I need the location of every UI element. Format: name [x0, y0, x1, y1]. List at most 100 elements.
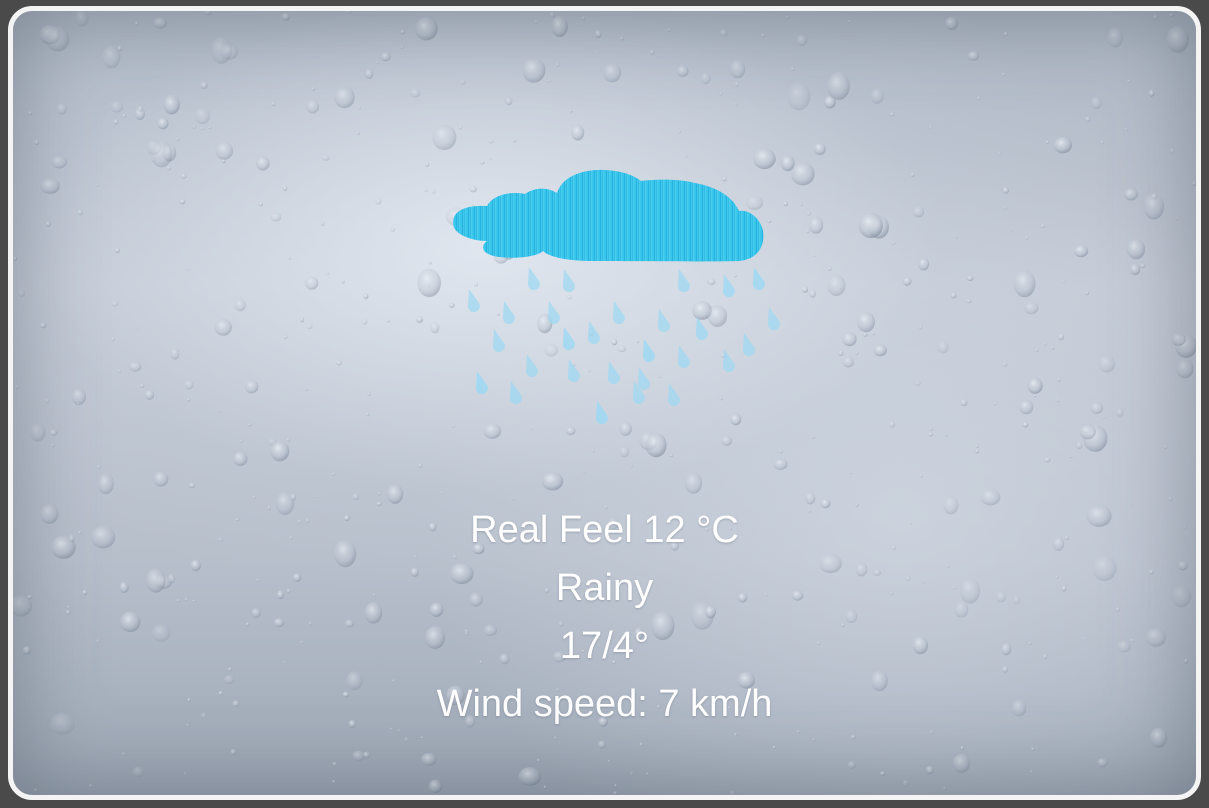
water-droplet — [364, 68, 374, 79]
water-droplet — [630, 464, 634, 468]
water-droplet — [1171, 332, 1186, 346]
water-droplet — [960, 398, 968, 407]
water-droplet — [416, 316, 423, 323]
water-droplet — [553, 736, 557, 740]
water-droplet — [95, 183, 99, 187]
water-droplet — [734, 732, 738, 737]
water-droplet — [258, 201, 264, 207]
water-droplet — [857, 311, 875, 333]
water-droplet — [128, 361, 142, 372]
water-droplet — [1191, 181, 1196, 186]
rain-drop — [525, 354, 538, 378]
water-droplet — [305, 276, 319, 290]
water-droplet — [1143, 193, 1165, 220]
water-droplet — [890, 112, 894, 117]
water-droplet — [555, 62, 560, 67]
water-droplet — [729, 790, 736, 795]
water-droplet — [97, 473, 114, 495]
water-droplet — [1084, 116, 1091, 122]
water-droplet — [639, 742, 643, 747]
water-droplet — [975, 449, 979, 454]
water-droplet — [1003, 206, 1007, 210]
water-droplet — [549, 12, 556, 18]
rain-drop — [637, 367, 650, 391]
water-droplet — [1097, 757, 1108, 768]
water-droplet — [928, 432, 933, 437]
water-droplet — [217, 409, 221, 413]
water-droplet — [428, 779, 443, 793]
water-droplet — [1126, 238, 1146, 260]
water-droplet — [1034, 348, 1039, 352]
water-droplet — [247, 423, 252, 427]
water-droplet — [1056, 398, 1060, 402]
water-droplet — [505, 97, 513, 106]
rain-drop — [475, 371, 488, 395]
water-droplet — [376, 61, 379, 65]
water-droplet — [1100, 140, 1104, 145]
rain-drop — [547, 301, 560, 325]
water-droplet — [135, 21, 139, 26]
rain-drop — [722, 349, 735, 373]
water-droplet — [1169, 13, 1173, 17]
water-droplet — [56, 103, 67, 115]
water-droplet — [1058, 333, 1064, 341]
water-droplet — [1102, 415, 1106, 419]
water-droplet — [684, 472, 703, 494]
water-droplet — [925, 765, 934, 775]
rain-drop — [767, 307, 780, 331]
water-droplet — [358, 106, 362, 110]
water-droplet — [150, 140, 173, 168]
water-droplet — [806, 211, 812, 216]
water-droplet — [684, 154, 688, 158]
water-droplet — [200, 81, 208, 89]
water-droplet — [730, 59, 746, 79]
water-droplet — [1148, 89, 1155, 97]
water-droplet — [270, 212, 282, 222]
water-droplet — [518, 767, 542, 786]
water-droplet — [801, 286, 809, 293]
water-droplet — [117, 369, 121, 373]
water-droplet — [256, 156, 270, 171]
water-droplet — [513, 139, 517, 143]
water-droplet — [400, 29, 406, 35]
rain-drop — [595, 401, 608, 425]
water-droplet — [425, 162, 430, 167]
rain-cloud-icon — [453, 169, 780, 425]
water-droplet — [132, 766, 145, 778]
water-droplet — [785, 15, 789, 19]
weather-info: Real Feel 12 °C Rainy 17/4° Wind speed: … — [13, 501, 1196, 733]
water-droplet — [1043, 456, 1051, 463]
water-droplet — [993, 401, 997, 406]
water-droplet — [613, 791, 618, 795]
water-droplet — [430, 321, 440, 334]
water-droplet — [144, 389, 155, 400]
water-droplet — [341, 279, 345, 284]
water-droplet — [734, 102, 738, 107]
rain-drop — [657, 309, 670, 333]
rain-drop — [607, 361, 620, 385]
water-droplet — [779, 449, 783, 454]
water-droplet — [827, 274, 846, 296]
rain-drop — [752, 267, 765, 291]
water-droplet — [1022, 422, 1029, 428]
water-droplet — [283, 335, 288, 339]
water-droplet — [306, 99, 320, 114]
water-droplet — [1163, 444, 1168, 449]
water-droplet — [1079, 424, 1096, 440]
water-droplet — [944, 16, 959, 30]
water-droplet — [321, 154, 330, 161]
water-droplet — [49, 429, 58, 436]
water-droplet — [424, 187, 428, 193]
water-droplet — [790, 67, 794, 71]
water-droplet — [286, 438, 291, 442]
water-droplet — [166, 165, 171, 171]
water-droplet — [1176, 359, 1194, 379]
water-droplet — [787, 82, 811, 111]
water-droplet — [34, 788, 38, 793]
water-droplet — [290, 493, 297, 501]
water-droplet — [390, 227, 396, 232]
water-droplet — [28, 110, 33, 115]
water-droplet — [1002, 73, 1006, 76]
water-droplet — [431, 189, 436, 194]
water-droplet — [891, 240, 896, 245]
